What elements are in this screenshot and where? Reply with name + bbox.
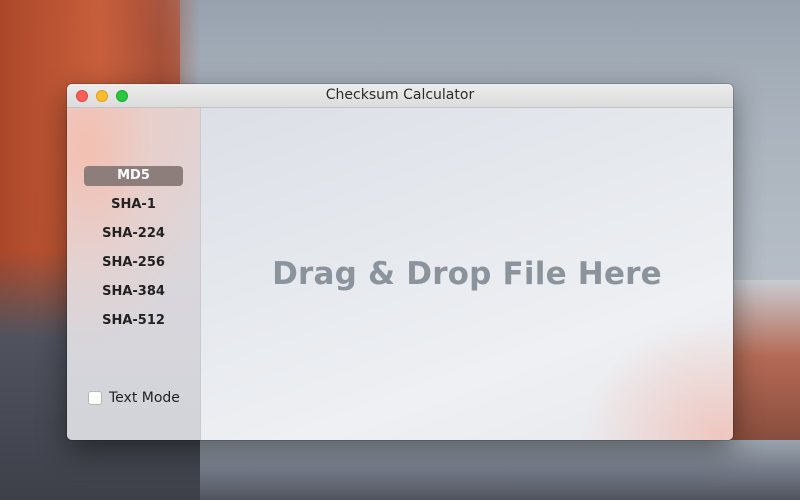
algorithm-sha384[interactable]: SHA-384: [84, 282, 183, 302]
algorithm-sha512[interactable]: SHA-512: [84, 311, 183, 331]
algorithm-sha224[interactable]: SHA-224: [84, 224, 183, 244]
text-mode-checkbox[interactable]: [88, 391, 102, 405]
file-drop-zone[interactable]: Drag & Drop File Here: [201, 108, 733, 440]
maximize-button[interactable]: [116, 90, 128, 102]
window-title: Checksum Calculator: [325, 87, 475, 103]
title-bar[interactable]: Checksum Calculator: [67, 84, 733, 108]
text-mode-label[interactable]: Text Mode: [109, 389, 180, 407]
drop-prompt: Drag & Drop File Here: [272, 256, 662, 292]
algorithm-sidebar: MD5 SHA-1 SHA-224 SHA-256 SHA-384 SHA-51…: [67, 108, 201, 440]
minimize-button[interactable]: [96, 90, 108, 102]
close-button[interactable]: [76, 90, 88, 102]
wallpaper-valley: [200, 440, 800, 500]
algorithm-md5[interactable]: MD5: [84, 166, 183, 186]
algorithm-sha1[interactable]: SHA-1: [84, 195, 183, 215]
algorithm-sha256[interactable]: SHA-256: [84, 253, 183, 273]
app-window: Checksum Calculator MD5 SHA-1 SHA-224 SH…: [67, 84, 733, 440]
